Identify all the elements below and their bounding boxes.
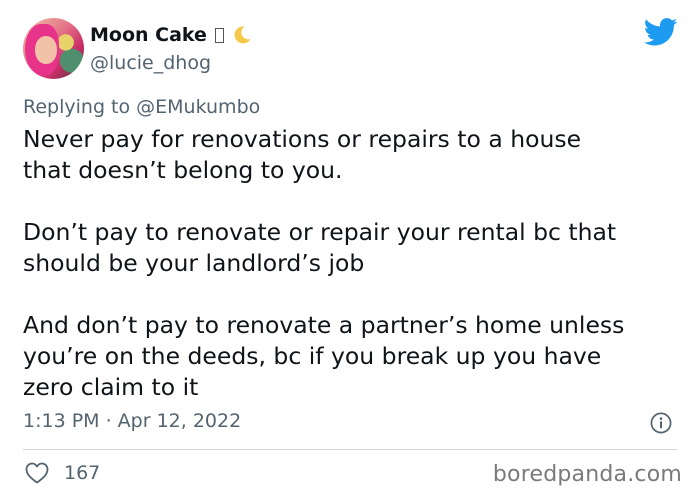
- like-action[interactable]: 167: [25, 462, 100, 484]
- replying-to: Replying to @EMukumbo: [23, 96, 260, 118]
- tweet-line: you’re on the deeds, bc if you break up …: [23, 342, 602, 370]
- tweet-paragraph: Never pay for renovations or repairs to …: [23, 124, 688, 186]
- source-watermark: boredpanda.com: [492, 462, 682, 487]
- info-icon[interactable]: [650, 412, 672, 434]
- reply-mention-link[interactable]: @EMukumbo: [136, 96, 260, 118]
- twitter-bird-icon[interactable]: [643, 18, 678, 46]
- tweet-line: And don’t pay to renovate a partner’s ho…: [23, 311, 625, 339]
- author-name-row: Moon Cake: [90, 22, 252, 48]
- tweet-paragraph: And don’t pay to renovate a partner’s ho…: [23, 310, 688, 403]
- divider: [23, 449, 677, 450]
- tweet-line: Don’t pay to renovate or repair your ren…: [23, 218, 617, 246]
- avatar[interactable]: [23, 18, 84, 79]
- missing-glyph-box: [214, 27, 224, 43]
- tweet-timestamp[interactable]: 1:13 PM · Apr 12, 2022: [23, 410, 241, 432]
- like-count: 167: [64, 462, 101, 484]
- tweet-line: Never pay for renovations or repairs to …: [23, 125, 582, 153]
- tweet-paragraph: Don’t pay to renovate or repair your ren…: [23, 217, 688, 279]
- display-name[interactable]: Moon Cake: [90, 24, 207, 46]
- tweet-card: Moon Cake @lucie_dhog Replying to @EMuku…: [0, 0, 700, 502]
- tweet-line: zero claim to it: [23, 373, 199, 401]
- tweet-line: that doesn’t belong to you.: [23, 156, 343, 184]
- author-handle[interactable]: @lucie_dhog: [90, 52, 211, 74]
- crescent-moon-icon: [232, 25, 252, 45]
- tweet-line: should be your landlord’s job: [23, 249, 365, 277]
- replying-prefix: Replying to: [23, 96, 137, 118]
- avatar-face: [35, 36, 57, 64]
- heart-icon[interactable]: [25, 462, 49, 484]
- tweet-text: Never pay for renovations or repairs to …: [23, 124, 688, 403]
